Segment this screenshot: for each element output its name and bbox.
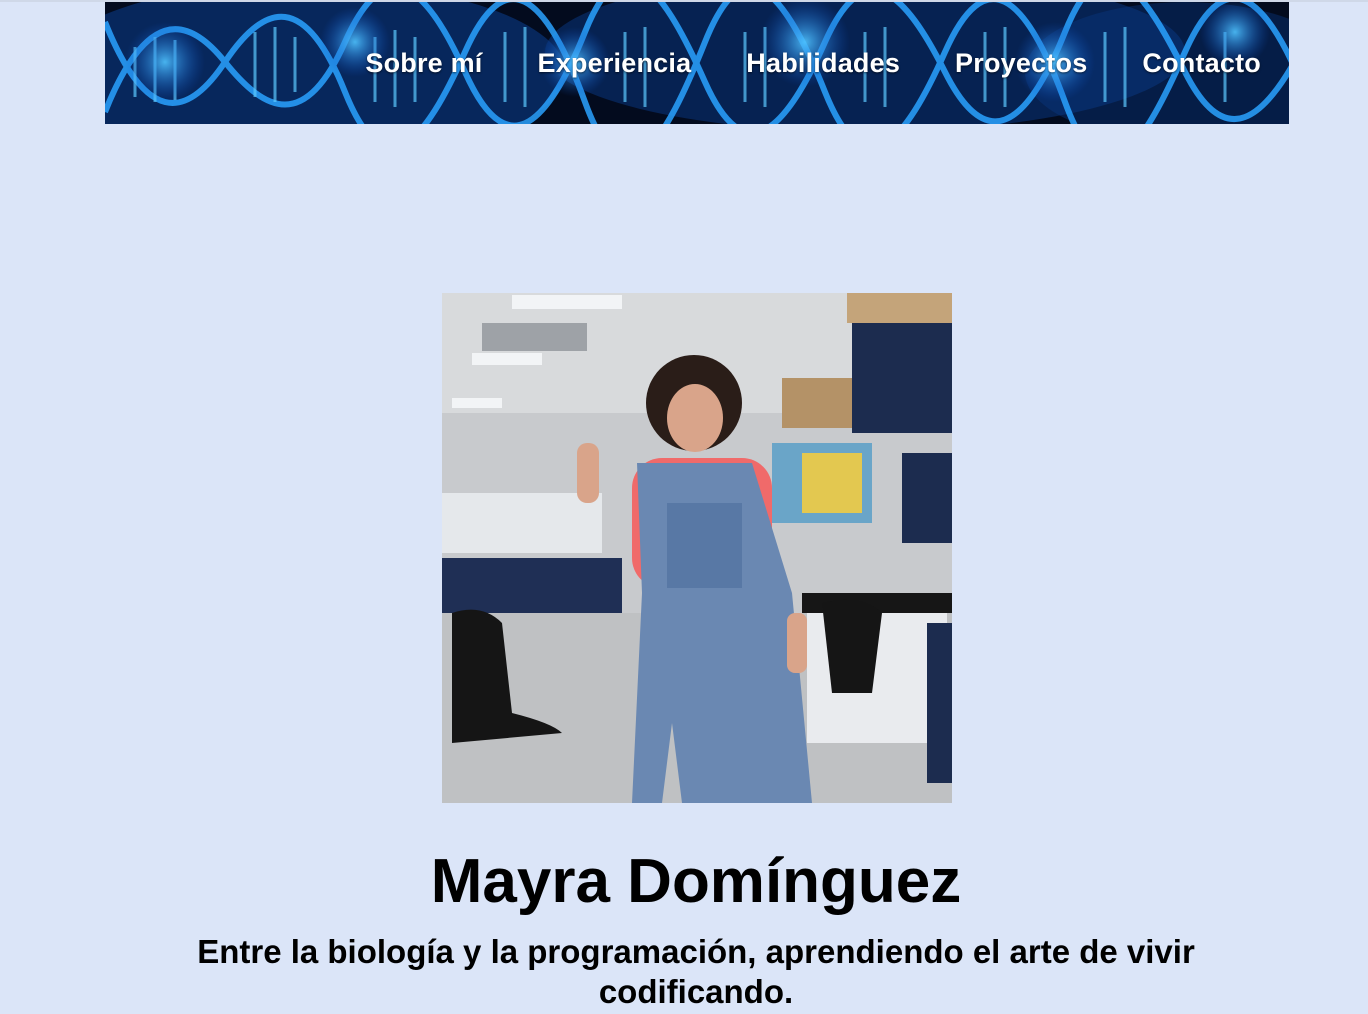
page: Sobre mí Experiencia Habilidades Proyect… [0, 0, 1368, 1014]
main-nav: Sobre mí Experiencia Habilidades Proyect… [365, 2, 1261, 124]
profile-tagline: Entre la biología y la programación, apr… [197, 933, 1195, 1010]
nav-link-experiencia[interactable]: Experiencia [538, 48, 692, 79]
profile-name: Mayra Domínguez [430, 847, 962, 916]
nav-link-sobre-mi[interactable]: Sobre mí [365, 48, 482, 79]
nav-link-contacto[interactable]: Contacto [1142, 48, 1261, 79]
profile-photo [442, 293, 952, 803]
nav-link-habilidades[interactable]: Habilidades [746, 48, 900, 79]
header-banner: Sobre mí Experiencia Habilidades Proyect… [105, 2, 1289, 124]
nav-link-proyectos[interactable]: Proyectos [955, 48, 1087, 79]
lab-portrait-image [442, 293, 952, 803]
